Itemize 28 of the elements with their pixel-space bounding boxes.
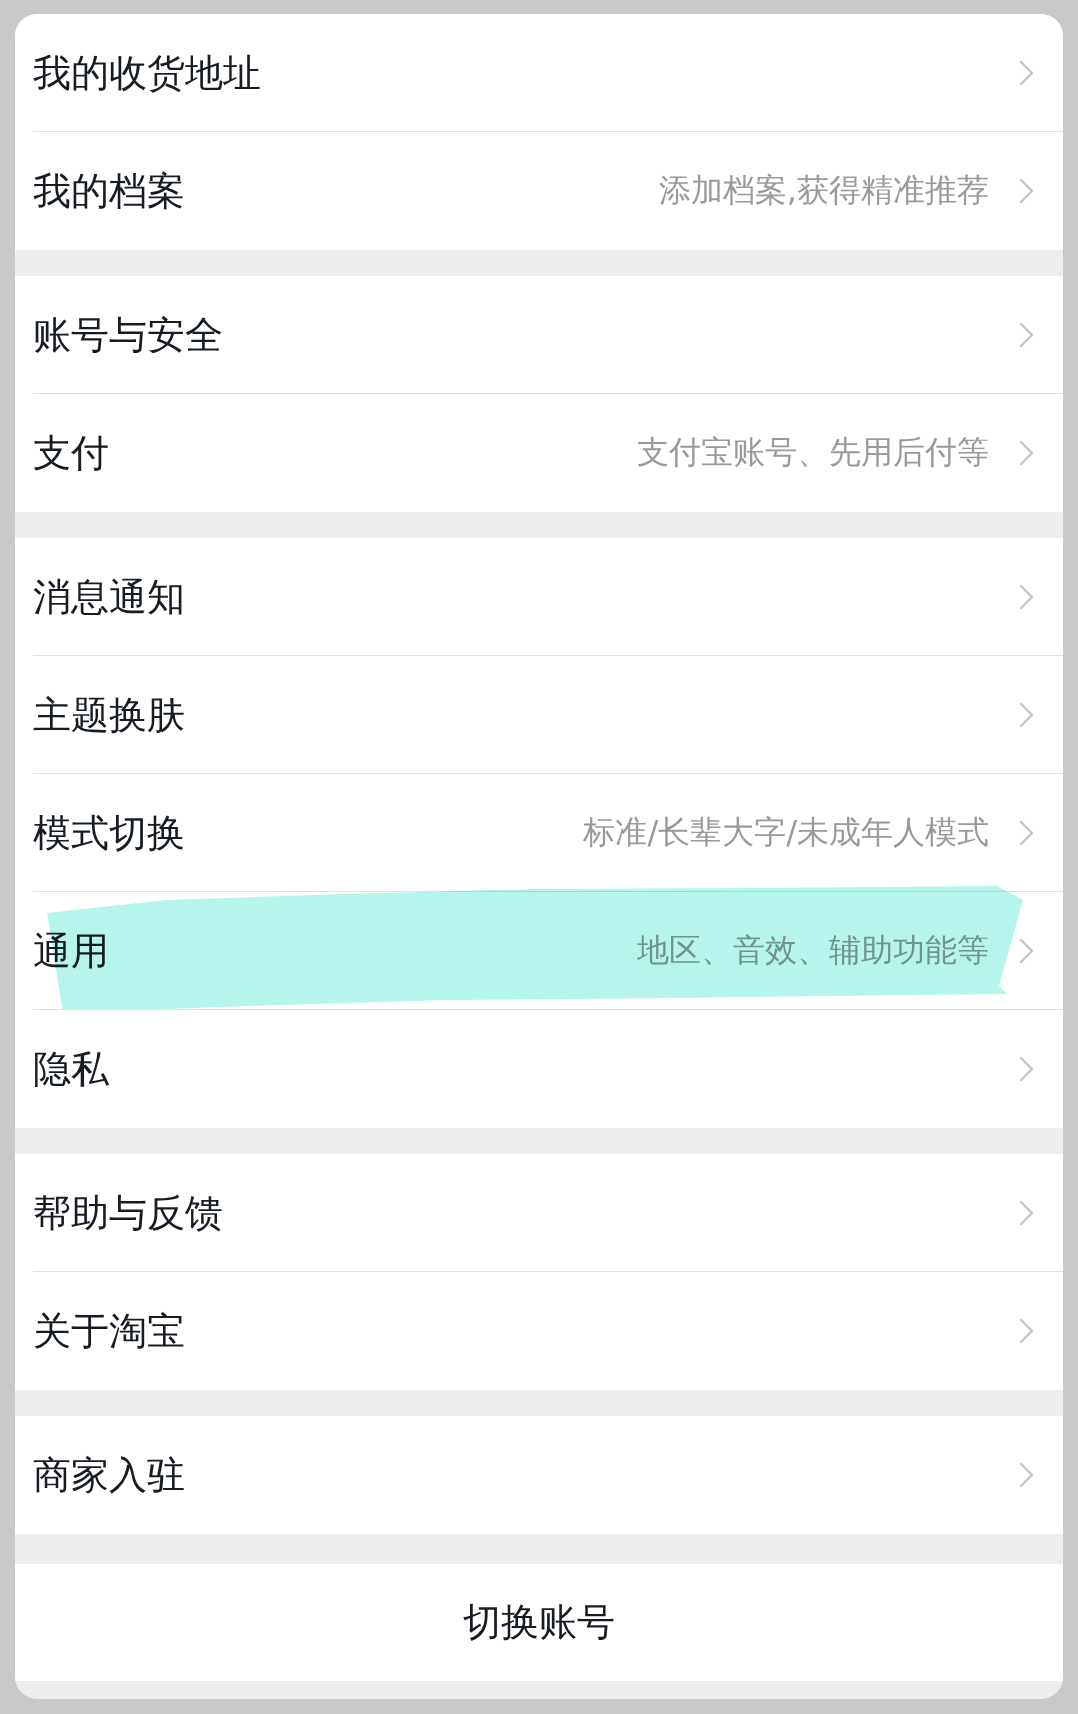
chevron-right-icon: [1019, 584, 1034, 610]
chevron-right-icon: [1019, 1462, 1034, 1488]
chevron-right-icon: [1019, 1056, 1034, 1082]
chevron-right-icon: [1019, 60, 1034, 86]
settings-item[interactable]: 消息通知: [15, 538, 1063, 656]
item-hint: 地区、音效、辅助功能等: [637, 930, 989, 971]
settings-item[interactable]: 商家入驻: [15, 1416, 1063, 1534]
settings-item[interactable]: 帮助与反馈: [15, 1154, 1063, 1272]
chevron-right-icon: [1019, 440, 1034, 466]
settings-item[interactable]: 关于淘宝: [15, 1272, 1063, 1390]
chevron-right-icon: [1019, 1318, 1034, 1344]
chevron-right-icon: [1019, 820, 1034, 846]
chevron-right-icon: [1019, 702, 1034, 728]
item-hint: 标准/长辈大字/未成年人模式: [583, 812, 989, 853]
settings-item[interactable]: 隐私: [15, 1010, 1063, 1128]
chevron-right-icon: [1019, 938, 1034, 964]
settings-item[interactable]: 主题换肤: [15, 656, 1063, 774]
chevron-right-icon: [1019, 1200, 1034, 1226]
switch-account-button[interactable]: 切换账号: [15, 1564, 1063, 1681]
item-hint: 支付宝账号、先用后付等: [637, 432, 989, 473]
settings-item[interactable]: 模式切换 标准/长辈大字/未成年人模式: [15, 774, 1063, 892]
settings-item[interactable]: 账号与安全: [15, 276, 1063, 394]
chevron-right-icon: [1019, 322, 1034, 348]
settings-item[interactable]: 我的档案 添加档案,获得精准推荐: [15, 132, 1063, 250]
chevron-right-icon: [1019, 178, 1034, 204]
settings-item[interactable]: 我的收货地址: [15, 14, 1063, 132]
settings-item[interactable]: 支付 支付宝账号、先用后付等: [15, 394, 1063, 512]
item-hint: 添加档案,获得精准推荐: [658, 170, 989, 211]
